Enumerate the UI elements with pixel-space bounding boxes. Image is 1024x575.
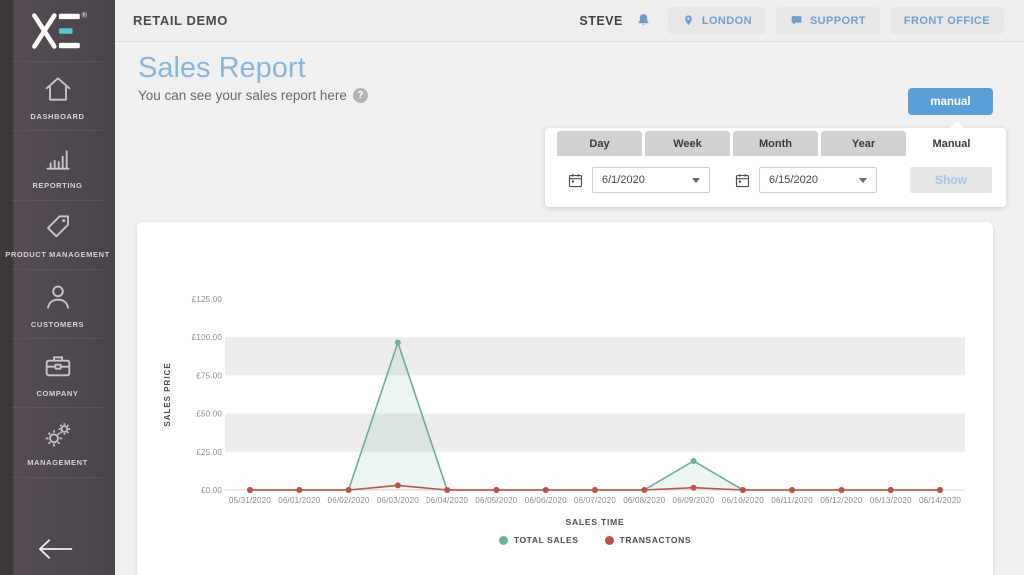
person-icon (40, 281, 76, 313)
tab-week[interactable]: Week (645, 131, 730, 156)
svg-text:£0.00: £0.00 (201, 486, 222, 495)
svg-text:06/03/2020: 06/03/2020 (377, 496, 419, 505)
svg-text:05/31/2020: 05/31/2020 (229, 496, 271, 505)
sidebar-item-reporting[interactable]: REPORTING (0, 131, 115, 200)
date-controls: 6/1/2020 6/15/2020 Show (545, 156, 1006, 193)
date-from-value: 6/1/2020 (602, 174, 645, 186)
legend-item: TRANSACTONS (605, 535, 692, 545)
sidebar-item-product-management[interactable]: PRODUCT MANAGEMENT (0, 201, 115, 270)
app-logo[interactable]: ® (0, 0, 115, 62)
x-axis-title: SALES TIME (225, 517, 965, 527)
date-to-select[interactable]: 6/15/2020 (759, 167, 877, 193)
svg-text:£125.00: £125.00 (192, 295, 223, 304)
sidebar-item-company[interactable]: COMPANY (0, 339, 115, 408)
front-office-button[interactable]: FRONT OFFICE (890, 7, 1004, 34)
xe-logo-icon: ® (28, 8, 88, 54)
tab-manual[interactable]: Manual (909, 131, 994, 156)
registered-mark: ® (81, 10, 87, 19)
page-subtitle: You can see your sales report here ? (138, 88, 368, 103)
svg-text:£50.00: £50.00 (196, 410, 222, 419)
topbar-right: STEVE LONDON SUPPORT FRONT OFFICE (579, 7, 1004, 34)
help-icon[interactable]: ? (353, 88, 368, 103)
page-header: Sales Report You can see your sales repo… (138, 52, 368, 103)
svg-text:SALES PRICE: SALES PRICE (163, 362, 172, 426)
location-pin-icon (682, 14, 695, 27)
app-title: RETAIL DEMO (133, 13, 228, 28)
arrow-left-icon (33, 535, 77, 563)
calendar-icon-to[interactable] (734, 172, 751, 189)
svg-text:06/04/2020: 06/04/2020 (426, 496, 468, 505)
legend-dot-icon (499, 536, 508, 545)
legend-item: TOTAL SALES (499, 535, 579, 545)
bell-icon[interactable] (635, 12, 652, 29)
legend-dot-icon (605, 536, 614, 545)
date-to-value: 6/15/2020 (769, 174, 818, 186)
svg-text:06/02/2020: 06/02/2020 (328, 496, 370, 505)
bar-chart-icon (40, 142, 76, 174)
svg-text:06/05/2020: 06/05/2020 (475, 496, 517, 505)
svg-text:£25.00: £25.00 (196, 448, 222, 457)
svg-text:06/07/2020: 06/07/2020 (574, 496, 616, 505)
sidebar-nav: DASHBOARD REPORTING PRODUCT MANAGEMENT C… (0, 62, 115, 478)
sales-chart-card: £0.00 £25.00 £50.00 £75.00 £100.00 £125.00 05/… (137, 222, 993, 575)
show-button[interactable]: Show (910, 167, 992, 193)
manual-button[interactable]: manual (908, 88, 993, 115)
briefcase-icon (40, 350, 76, 382)
chart-legend: TOTAL SALES TRANSACTONS (225, 535, 965, 545)
svg-text:06/09/2020: 06/09/2020 (673, 496, 715, 505)
price-tag-icon (40, 211, 76, 243)
date-from-select[interactable]: 6/1/2020 (592, 167, 710, 193)
page-subtitle-text: You can see your sales report here (138, 88, 347, 103)
svg-text:06/08/2020: 06/08/2020 (623, 496, 665, 505)
calendar-icon-from[interactable] (567, 172, 584, 189)
svg-text:06/14/2020: 06/14/2020 (919, 496, 961, 505)
home-icon (40, 73, 76, 105)
svg-text:£100.00: £100.00 (192, 333, 223, 342)
tab-month[interactable]: Month (733, 131, 818, 156)
svg-text:£75.00: £75.00 (196, 371, 222, 380)
back-button[interactable] (33, 535, 77, 563)
svg-text:06/10/2020: 06/10/2020 (722, 496, 764, 505)
period-tabs: DayWeekMonthYearManual (545, 128, 1006, 156)
svg-text:06/06/2020: 06/06/2020 (525, 496, 567, 505)
sidebar-item-customers[interactable]: CUSTOMERS (0, 270, 115, 339)
sidebar: ® DASHBOARD REPORTING PRODUCT MANAGEMENT… (0, 0, 115, 575)
user-name: STEVE (579, 14, 623, 28)
topbar-buttons: LONDON SUPPORT FRONT OFFICE (668, 7, 1004, 34)
svg-text:06/11/2020: 06/11/2020 (771, 496, 813, 505)
svg-text:06/01/2020: 06/01/2020 (278, 496, 320, 505)
support-button[interactable]: SUPPORT (776, 7, 880, 34)
sidebar-item-dashboard[interactable]: DASHBOARD (0, 62, 115, 131)
filter-panel: DayWeekMonthYearManual 6/1/2020 6/15/202… (545, 128, 1006, 207)
london-button[interactable]: LONDON (668, 7, 766, 34)
chat-bubble-icon (790, 14, 803, 27)
svg-text:06/13/2020: 06/13/2020 (870, 496, 912, 505)
sidebar-item-management[interactable]: MANAGEMENT (0, 408, 115, 477)
page-title: Sales Report (138, 52, 368, 85)
svg-text:06/12/2020: 06/12/2020 (820, 496, 862, 505)
sales-chart: £0.00 £25.00 £50.00 £75.00 £100.00 £125.00 05/… (137, 222, 993, 514)
gears-icon (40, 419, 76, 451)
topbar: RETAIL DEMO STEVE LONDON SUPPORT FRONT O… (115, 0, 1024, 42)
tab-year[interactable]: Year (821, 131, 906, 156)
tab-day[interactable]: Day (557, 131, 642, 156)
chevron-down-icon (692, 178, 700, 183)
chevron-down-icon (859, 178, 867, 183)
